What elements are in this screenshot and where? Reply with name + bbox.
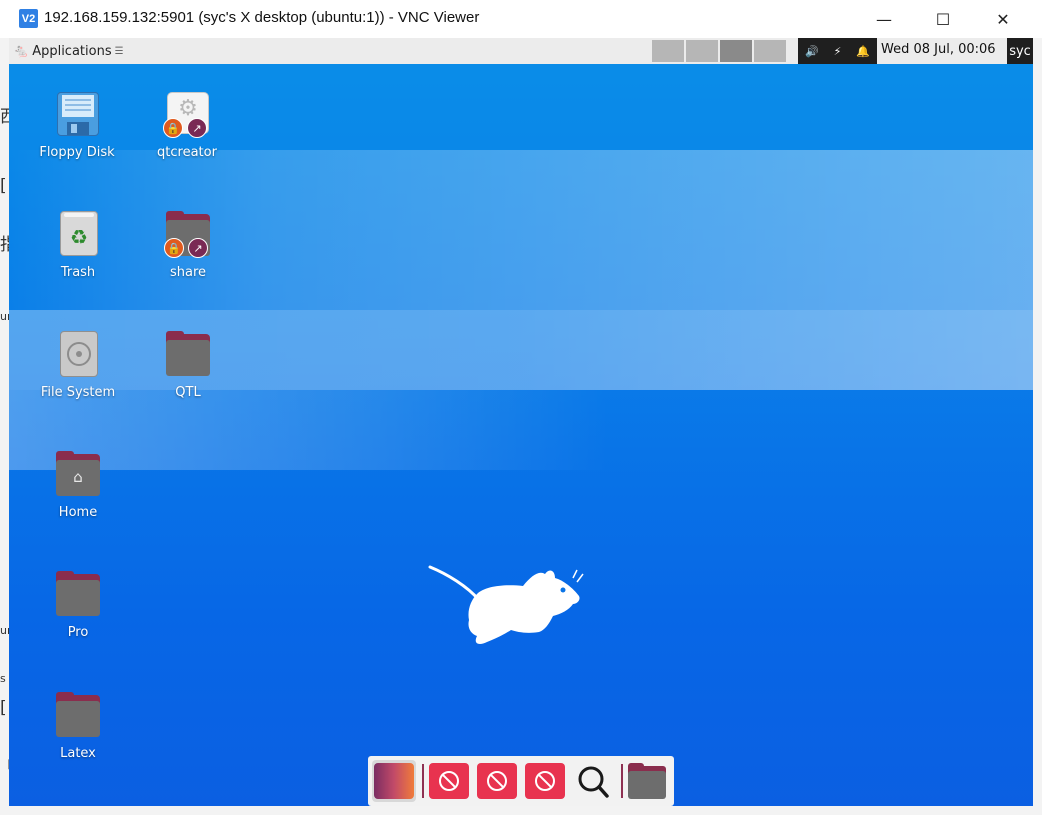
desktop-icon-qtcreator[interactable]: ⚙ 🔒 ↗ qtcreator xyxy=(139,90,235,170)
dock-item-show-desktop[interactable] xyxy=(372,760,416,802)
system-tray: 🔊 ⚡ 🔔 xyxy=(798,38,877,64)
dock-item-search[interactable] xyxy=(573,763,613,799)
vnc-viewer-window: V2 192.168.159.132:5901 (syc's X desktop… xyxy=(0,0,1042,815)
blocked-launcher-icon xyxy=(535,771,555,791)
desktop-icon-floppy-disk[interactable]: Floppy Disk xyxy=(29,90,125,170)
lock-badge-icon: 🔒 xyxy=(164,238,184,258)
dock-item-launcher-1[interactable] xyxy=(429,763,469,799)
desktop-icon-qtl[interactable]: QTL xyxy=(140,330,236,410)
blocked-launcher-icon xyxy=(439,771,459,791)
desktop-icon-label: Home xyxy=(58,505,98,520)
show-desktop-icon xyxy=(374,763,414,799)
desktop-icon-label: qtcreator xyxy=(157,145,217,160)
desktop-icon-label: Trash xyxy=(60,265,96,280)
window-title: 192.168.159.132:5901 (syc's X desktop (u… xyxy=(44,9,480,26)
minimize-button[interactable]: — xyxy=(861,0,907,38)
user-menu-button[interactable]: syc xyxy=(1007,38,1033,64)
bell-icon[interactable]: 🔔 xyxy=(856,45,870,58)
desktop-icon-share[interactable]: 🔒 ↗ share xyxy=(140,210,236,290)
workspace-3-button[interactable] xyxy=(720,40,752,62)
desktop-icon-home[interactable]: ⌂ Home xyxy=(30,450,126,530)
search-icon xyxy=(578,766,609,798)
desktop-icon-label: File System xyxy=(40,385,116,400)
desktop-icon-latex[interactable]: Latex xyxy=(30,691,126,771)
desktop-icon-trash[interactable]: ♻ Trash xyxy=(30,210,126,290)
workspace-1-button[interactable] xyxy=(652,40,684,62)
workspace-4-button[interactable] xyxy=(754,40,786,62)
vnc-logo-icon: V2 xyxy=(19,9,38,28)
folder-icon xyxy=(164,330,212,378)
xfce-mouse-icon: 🐁 xyxy=(13,43,30,59)
folder-icon xyxy=(627,763,667,799)
power-icon[interactable]: ⚡ xyxy=(834,45,842,58)
panel-clock[interactable]: Wed 08 Jul, 00:06 xyxy=(881,42,996,57)
xfce-mouse-logo xyxy=(428,565,584,644)
dock-item-launcher-3[interactable] xyxy=(525,763,565,799)
window-titlebar[interactable]: V2 192.168.159.132:5901 (syc's X desktop… xyxy=(0,0,1042,38)
desktop-icon-label: Floppy Disk xyxy=(39,145,115,160)
dock-item-file-manager[interactable] xyxy=(627,763,667,799)
top-panel: 🐁 Applications ☰ 🔊 ⚡ 🔔 Wed 08 Jul, 00:06… xyxy=(9,38,1033,64)
desktop-icon-label: QTL xyxy=(175,385,201,400)
applications-menu-button[interactable]: 🐁 Applications ☰ xyxy=(13,42,124,60)
folder-icon xyxy=(54,691,102,739)
bottom-dock xyxy=(368,756,674,806)
remote-desktop[interactable]: 🐁 Applications ☰ 🔊 ⚡ 🔔 Wed 08 Jul, 00:06… xyxy=(9,38,1033,806)
dock-item-launcher-2[interactable] xyxy=(477,763,517,799)
maximize-button[interactable]: ☐ xyxy=(920,0,966,38)
desktop-icon-label: share xyxy=(169,265,207,280)
folder-icon: 🔒 ↗ xyxy=(164,210,212,258)
dock-separator xyxy=(422,764,424,798)
dock-separator xyxy=(621,764,623,798)
symlink-badge-icon: ↗ xyxy=(187,118,207,138)
desktop-icon-file-system[interactable]: File System xyxy=(30,330,126,410)
qtcreator-icon: ⚙ 🔒 ↗ xyxy=(163,90,211,138)
desktop-icon-label: Pro xyxy=(67,625,89,640)
symlink-badge-icon: ↗ xyxy=(188,238,208,258)
lock-badge-icon: 🔒 xyxy=(163,118,183,138)
blocked-launcher-icon xyxy=(487,771,507,791)
close-button[interactable]: ✕ xyxy=(980,0,1026,38)
menu-indicator-icon: ☰ xyxy=(114,45,124,57)
floppy-disk-icon xyxy=(53,90,101,138)
desktop-icon-label: Latex xyxy=(60,746,96,761)
trash-icon: ♻ xyxy=(54,210,102,258)
workspace-2-button[interactable] xyxy=(686,40,718,62)
home-folder-icon: ⌂ xyxy=(54,450,102,498)
hard-drive-icon xyxy=(54,330,102,378)
desktop-icon-pro[interactable]: Pro xyxy=(30,570,126,650)
folder-icon xyxy=(54,570,102,618)
applications-menu-label: Applications xyxy=(32,43,112,59)
volume-icon[interactable]: 🔊 xyxy=(805,45,819,58)
